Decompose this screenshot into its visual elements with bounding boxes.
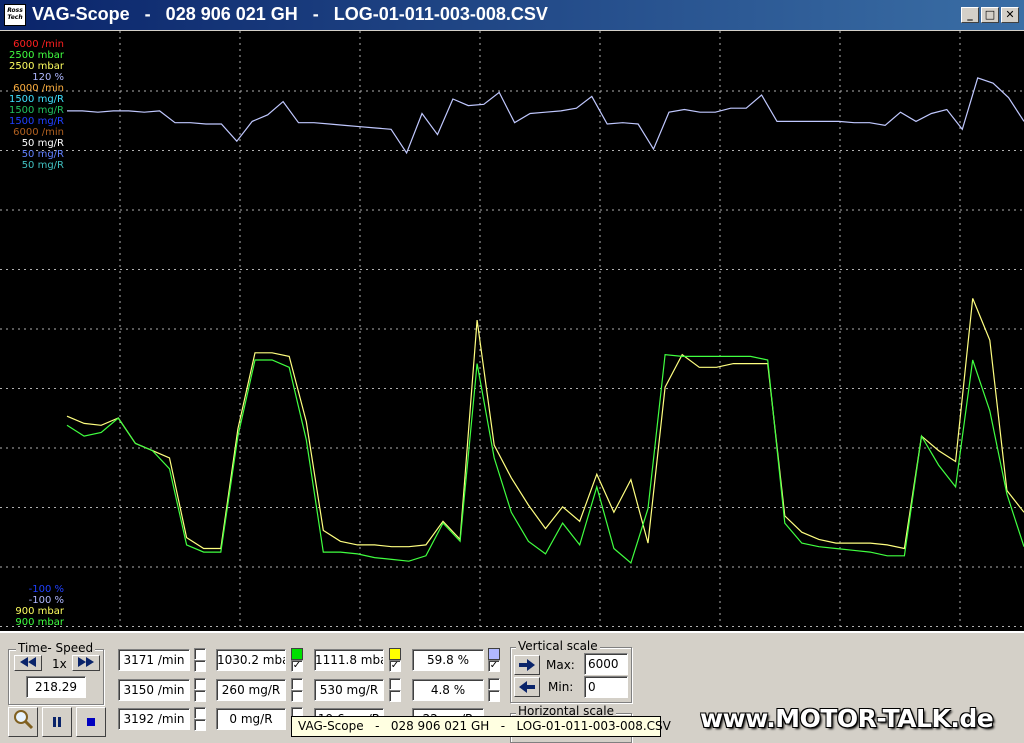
channel-4-color-box — [488, 648, 500, 660]
scale-label: -100 % — [28, 595, 64, 606]
scale-label: 1500 mg/R — [8, 94, 64, 105]
channel-3-value[interactable]: 1111.8 mbar — [314, 649, 384, 671]
channel-4-value[interactable]: 59.8 % — [412, 649, 484, 671]
scope-chart — [0, 31, 1024, 631]
minimize-button[interactable]: _ — [961, 7, 979, 23]
fast-forward-icon — [78, 657, 94, 667]
channel-2-value[interactable]: 1030.2 mbar — [216, 649, 286, 671]
scale-label: 900 mbar — [15, 606, 64, 617]
pause-icon — [53, 717, 61, 727]
channel-5-color-box — [194, 678, 206, 690]
speed-value: 1x — [52, 657, 67, 671]
channel-5-checkbox[interactable] — [194, 690, 206, 702]
arrow-left-icon — [519, 681, 535, 693]
motor-talk-watermark: www.MOTOR-TALK.de — [700, 704, 994, 733]
ross-tech-logo-icon: Ross Tech — [4, 4, 26, 26]
rewind-button[interactable] — [14, 655, 42, 671]
channel-9-checkbox[interactable] — [194, 719, 206, 731]
max-label: Max: — [546, 658, 575, 672]
channel-1-value[interactable]: 3171 /min — [118, 649, 190, 671]
rewind-icon — [20, 657, 36, 667]
vertical-scale-label: Vertical scale — [516, 639, 600, 653]
channel-2-color-box — [291, 648, 303, 660]
time-value-field[interactable]: 218.29 — [26, 676, 86, 698]
min-label: Min: — [548, 680, 574, 694]
scope-plot[interactable]: 6000 /min 2500 mbar 2500 mbar 120 % 6000 /mi… — [0, 31, 1024, 631]
channel-7-value[interactable]: 530 mg/R — [314, 679, 384, 701]
channel-9-color-box — [194, 707, 206, 719]
channel-1-checkbox[interactable] — [194, 660, 206, 672]
title-bar[interactable]: Ross Tech VAG-Scope - 028 906 021 GH - L… — [0, 0, 1024, 30]
arrow-right-icon — [519, 659, 535, 671]
channel-8-checkbox[interactable] — [488, 690, 500, 702]
fast-forward-button[interactable] — [72, 655, 100, 671]
channel-3-checkbox[interactable]: ✓ — [389, 660, 401, 672]
zoom-button[interactable] — [8, 707, 38, 737]
scale-label: 6000 /min — [13, 39, 64, 50]
scale-label: 900 mbar — [15, 617, 64, 628]
channel-6-color-box — [291, 678, 303, 690]
scale-down-button[interactable] — [514, 677, 540, 697]
close-button[interactable]: ✕ — [1001, 7, 1019, 23]
stop-button[interactable] — [76, 707, 106, 737]
scale-label: 1500 mg/R — [8, 105, 64, 116]
series-line-1 — [66, 298, 1024, 550]
scale-label: 6000 /min — [13, 127, 64, 138]
channel-3-color-box — [389, 648, 401, 660]
maximize-button[interactable]: □ — [981, 7, 999, 23]
channel-9-value[interactable]: 3192 /min — [118, 708, 190, 730]
scale-label: 50 mg/R — [21, 149, 64, 160]
scale-label: 2500 mbar — [9, 50, 64, 61]
scale-label: 1500 mg/R — [8, 116, 64, 127]
channel-4-checkbox[interactable]: ✓ — [488, 660, 500, 672]
scale-label: 50 mg/R — [21, 160, 64, 171]
scale-label: 6000 /min — [13, 83, 64, 94]
time-speed-label: Time- Speed — [16, 641, 96, 655]
channel-5-value[interactable]: 3150 /min — [118, 679, 190, 701]
channel-7-color-box — [389, 678, 401, 690]
series-line-2 — [66, 353, 1024, 565]
channel-8-color-box — [488, 678, 500, 690]
min-value-field[interactable]: 0 — [584, 676, 628, 698]
stop-icon — [87, 718, 95, 726]
scale-label: 120 % — [32, 72, 64, 83]
scale-up-button[interactable] — [514, 655, 540, 675]
channel-1-color-box — [194, 648, 206, 660]
scale-label: 50 mg/R — [21, 138, 64, 149]
channel-7-checkbox[interactable] — [389, 690, 401, 702]
scale-label: -100 % — [28, 584, 64, 595]
channel-2-checkbox[interactable]: ✓ — [291, 660, 303, 672]
series-line-0 — [67, 77, 1024, 155]
max-value-field[interactable]: 6000 — [584, 653, 628, 675]
magnifier-icon — [14, 710, 34, 730]
channel-6-value[interactable]: 260 mg/R — [216, 679, 286, 701]
channel-6-checkbox[interactable] — [291, 690, 303, 702]
title-tooltip: VAG-Scope - 028 906 021 GH - LOG-01-011-… — [291, 716, 671, 737]
window-title: VAG-Scope - 028 906 021 GH - LOG-01-011-… — [32, 4, 548, 24]
channel-8-value[interactable]: 4.8 % — [412, 679, 484, 701]
scale-label: 2500 mbar — [9, 61, 64, 72]
pause-button[interactable] — [42, 707, 72, 737]
channel-10-value[interactable]: 0 mg/R — [216, 708, 286, 730]
